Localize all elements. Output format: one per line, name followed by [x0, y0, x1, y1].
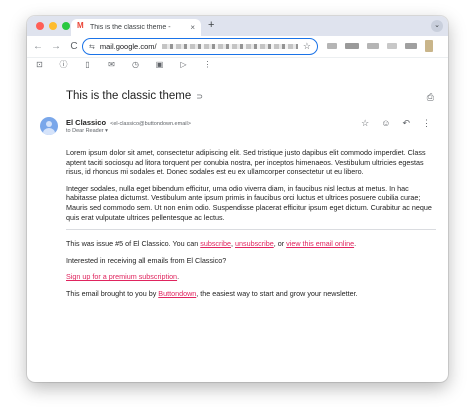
sender-name: El Classico <el-classico@buttondown.emai…: [66, 118, 191, 127]
tab-title: This is the classic theme -: [90, 24, 171, 31]
extension-icon[interactable]: [327, 43, 337, 49]
premium-line: Sign up for a premium subscription.: [66, 272, 436, 282]
snooze-icon[interactable]: ◷: [131, 60, 140, 69]
brought-by-line: This email brought to you by Buttondown,…: [66, 289, 436, 299]
window-controls: [36, 22, 70, 30]
site-info-icon[interactable]: ⇆: [89, 43, 95, 51]
delete-icon[interactable]: ▯: [83, 60, 92, 69]
extension-icon[interactable]: [425, 40, 433, 52]
browser-window: This is the classic theme - × + ⌄ ← → C …: [27, 16, 448, 382]
premium-subscription-link[interactable]: Sign up for a premium subscription: [66, 272, 177, 281]
extension-icon[interactable]: [387, 43, 397, 49]
tab-gmail[interactable]: This is the classic theme - ×: [71, 19, 201, 36]
label-icon[interactable]: ▷: [179, 60, 188, 69]
mail-action-bar: ⊡ ⓘ ▯ ✉ ◷ ▣ ▷ ⋮: [27, 57, 448, 71]
mark-unread-icon[interactable]: ✉: [107, 60, 116, 69]
sender-email: <el-classico@buttondown.email>: [110, 121, 191, 127]
reply-icon[interactable]: ↶: [402, 118, 410, 129]
body-paragraph: Integer sodales, nulla eget bibendum eff…: [66, 183, 432, 222]
blurred-url-path: [161, 44, 298, 49]
forward-button[interactable]: →: [51, 41, 61, 52]
unsubscribe-link[interactable]: unsubscribe: [235, 239, 274, 248]
back-button[interactable]: ←: [33, 41, 43, 52]
footer-text: This was issue #5 of El Classico. You ca…: [66, 239, 201, 249]
mail-view: This is the classic theme ⊃ ⎙ El Classic…: [27, 72, 448, 382]
footer-text: This email brought to you by: [66, 288, 159, 298]
sender-row: El Classico <el-classico@buttondown.emai…: [40, 117, 435, 137]
archive-icon[interactable]: ⊡: [35, 60, 44, 69]
buttondown-link[interactable]: Buttondown: [158, 289, 196, 298]
extension-icon[interactable]: [367, 43, 379, 49]
footer-text: .: [177, 272, 180, 282]
avatar: [40, 117, 58, 135]
subscribe-link[interactable]: subscribe: [200, 239, 231, 248]
new-tab-button[interactable]: +: [208, 19, 214, 31]
view-online-link[interactable]: view this email online: [286, 239, 354, 248]
sender-actions: ☆ ☺ ↶ ⋮: [361, 118, 431, 129]
address-bar[interactable]: ⇆ mail.google.com/ ☆: [82, 38, 318, 55]
bookmark-star-icon[interactable]: ☆: [303, 41, 311, 52]
url-text: mail.google.com/: [99, 42, 157, 51]
tab-search-button[interactable]: ⌄: [431, 20, 443, 32]
interested-text: Interested in receiving all emails from …: [66, 255, 227, 265]
email-subject: This is the classic theme: [66, 90, 192, 102]
important-label-icon[interactable]: ⊃: [196, 92, 203, 101]
tab-close-icon[interactable]: ×: [190, 23, 195, 32]
more-options-icon[interactable]: ⋮: [203, 60, 212, 69]
emoji-reaction-icon[interactable]: ☺: [381, 118, 390, 129]
browser-toolbar: ← → C ⇆ mail.google.com/ ☆: [27, 36, 448, 57]
maximize-window-button[interactable]: [62, 22, 70, 30]
footer-text: .: [354, 239, 357, 249]
tab-strip: This is the classic theme - × + ⌄: [27, 16, 448, 36]
divider: [66, 229, 436, 231]
add-to-tasks-icon[interactable]: ▣: [155, 60, 164, 69]
subject-row: This is the classic theme ⊃: [66, 90, 203, 102]
reload-button[interactable]: C: [69, 41, 79, 52]
recipient-line[interactable]: to Dear Reader ▾: [66, 128, 108, 134]
print-icon[interactable]: ⎙: [427, 92, 434, 103]
recipient-text: to Dear Reader: [66, 128, 104, 134]
email-body: Lorem ipsum dolor sit amet, consectetur …: [66, 148, 436, 306]
gmail-icon: [77, 21, 86, 31]
extension-icon[interactable]: [345, 43, 359, 49]
body-paragraph: Lorem ipsum dolor sit amet, consectetur …: [66, 148, 426, 177]
report-spam-icon[interactable]: ⓘ: [59, 59, 68, 70]
footer-text: , or: [273, 239, 287, 249]
more-vert-icon[interactable]: ⋮: [422, 118, 431, 129]
close-window-button[interactable]: [36, 22, 44, 30]
chevron-down-icon[interactable]: ▾: [105, 128, 108, 134]
star-icon[interactable]: ☆: [361, 118, 369, 129]
extension-icon[interactable]: [405, 43, 417, 49]
minimize-window-button[interactable]: [49, 22, 57, 30]
sender-name-text: El Classico: [66, 118, 107, 127]
issue-footer: This was issue #5 of El Classico. You ca…: [66, 239, 436, 249]
footer-text: , the easiest way to start and grow your…: [196, 288, 358, 298]
